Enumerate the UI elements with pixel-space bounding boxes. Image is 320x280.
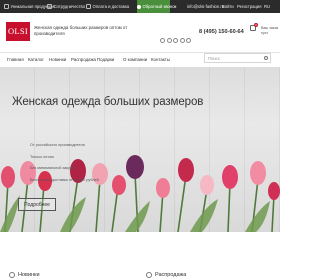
- hero-title: Женская одежда больших размеров: [12, 96, 204, 108]
- truck-icon: [86, 4, 91, 9]
- hero-more-button[interactable]: Подробнее: [18, 198, 56, 211]
- cart-count-badge: 0: [254, 23, 258, 27]
- callback-button[interactable]: Обратный звонок: [137, 0, 176, 13]
- header-phone[interactable]: 8 (495) 150-60-64: [199, 29, 244, 35]
- topbar-email[interactable]: info@olsi-fashion.ru: [187, 3, 224, 10]
- nav-item-catalog[interactable]: Каталог: [28, 57, 44, 62]
- whatsapp-icon[interactable]: [179, 38, 185, 43]
- hero-banner: Женская одежда больших размеров От росси…: [0, 67, 280, 232]
- hero-bullet: Бесплатная доставка от 30 000 рублей: [30, 177, 99, 182]
- login-link[interactable]: Войти: [222, 3, 234, 10]
- nav-item-sale[interactable]: Распродажа: [71, 57, 96, 62]
- social-icons: [160, 30, 193, 43]
- topbar-item-cooperation[interactable]: Сотрудничество: [47, 3, 85, 10]
- header-tagline: Женская одежда больших размеров оптом от…: [34, 25, 128, 36]
- new-icon: [9, 272, 15, 278]
- viber-icon[interactable]: [173, 38, 178, 43]
- logo[interactable]: OLSI: [6, 22, 30, 41]
- hero-bullets: От российского производителя Только опто…: [30, 140, 99, 186]
- section-title-sale[interactable]: Распродажа: [155, 272, 186, 278]
- topbar-label: Сотрудничество: [53, 4, 86, 9]
- topbar-label: Оплата и доставка: [92, 4, 130, 9]
- hero-bullet: Без минимальной закупки: [30, 166, 76, 170]
- handshake-icon: [47, 4, 52, 9]
- nav-item-about[interactable]: О компании: [123, 57, 147, 62]
- callback-label: Обратный звонок: [142, 4, 177, 9]
- star-icon: [4, 4, 9, 9]
- phone-icon: [137, 4, 141, 9]
- nav-item-contacts[interactable]: Контакты: [151, 57, 170, 62]
- currency-selector[interactable]: RU: [264, 3, 270, 10]
- topbar-item-delivery[interactable]: Оплата и доставка: [86, 3, 129, 10]
- nav-item-gifts[interactable]: Подарки: [97, 57, 114, 62]
- nav-item-home[interactable]: Главная: [7, 57, 24, 62]
- search-icon[interactable]: [264, 56, 268, 60]
- hero-bullet: От российского производителя: [30, 143, 85, 147]
- telegram-icon[interactable]: [166, 38, 172, 43]
- register-link[interactable]: Регистрация: [237, 3, 261, 10]
- cart-button[interactable]: 0: [250, 23, 258, 33]
- section-title-new[interactable]: Новинки: [18, 272, 40, 278]
- cart-label[interactable]: Ваш заказ пуст: [261, 26, 280, 35]
- instagram-icon[interactable]: [186, 38, 191, 43]
- hero-bullet: Только оптом: [30, 154, 54, 159]
- nav-item-new[interactable]: Новинки: [49, 57, 66, 62]
- top-bar: Уникальная продукция Сотрудничество Опла…: [0, 0, 280, 13]
- search-input[interactable]: Поиск: [204, 53, 271, 63]
- sale-icon: [146, 272, 152, 278]
- vk-icon[interactable]: [160, 38, 165, 43]
- search-placeholder: Поиск: [208, 56, 220, 61]
